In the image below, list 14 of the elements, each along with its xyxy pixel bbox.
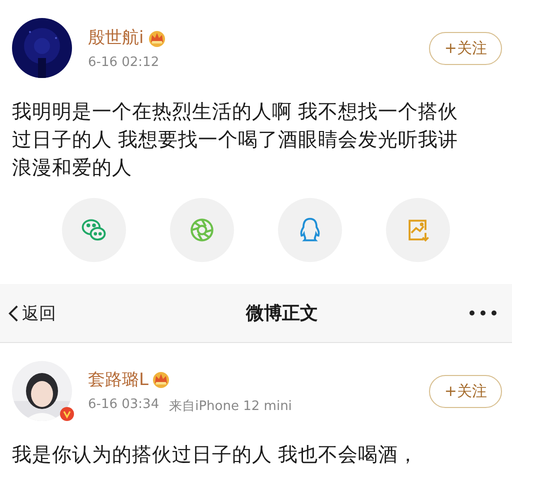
follow-button[interactable]: +关注 <box>429 374 502 408</box>
user-name[interactable]: 套路璐L <box>88 368 148 390</box>
user-name[interactable]: 殷世航i <box>88 26 144 49</box>
chevron-left-icon <box>8 304 19 322</box>
crown-icon <box>151 369 172 389</box>
more-icon[interactable] <box>468 309 498 317</box>
back-button[interactable]: 返回 <box>8 302 56 324</box>
post-time: 6-16 03:34 <box>88 396 160 414</box>
follow-button[interactable]: +关注 <box>429 32 502 64</box>
post-text: 我明明是一个在热烈生活的人啊 我不想找一个搭伙过日子的人 我想要找一个喝了酒眼睛会发光听我讲浪漫和爱的人 <box>12 99 460 181</box>
page-title: 微博正文 <box>246 302 318 325</box>
post-text: 我是你认为的搭伙过日子的人 我也不会喝酒， <box>12 442 420 468</box>
post-time: 6-16 02:12 <box>88 55 160 70</box>
post-source: 来自iPhone 12 mini <box>169 398 292 414</box>
